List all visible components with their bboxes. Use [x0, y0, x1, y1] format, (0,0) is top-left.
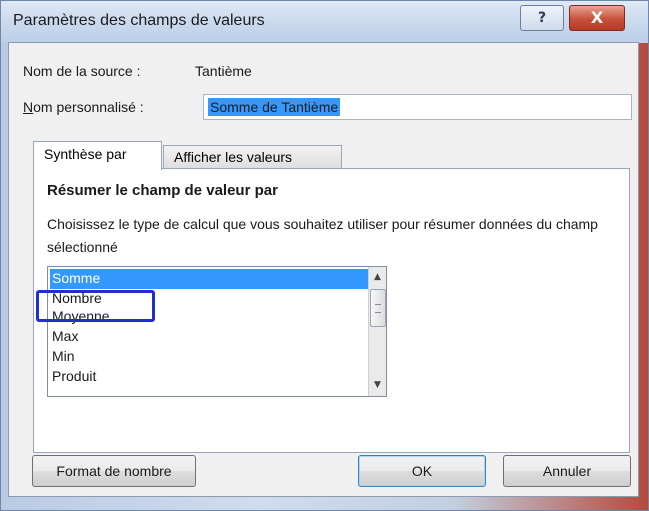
number-format-label: Format de nombre [56, 463, 172, 479]
scroll-up-icon[interactable]: ▲ [370, 269, 385, 286]
panel-heading: Résumer le champ de valeur par [47, 182, 278, 199]
custom-name-value: Somme de Tantième [208, 98, 341, 116]
custom-name-input[interactable]: Somme de Tantième [203, 94, 632, 120]
tab-summarize-by[interactable]: Synthèse par [33, 141, 162, 170]
close-button[interactable]: X [569, 5, 625, 31]
calculation-listbox[interactable]: Somme Nombre Moyenne Max Min Produit ▲ ▼ [47, 266, 387, 397]
list-item-nombre[interactable]: Nombre [50, 289, 369, 309]
list-item-moyenne[interactable]: Moyenne [50, 307, 369, 327]
panel-instructions: Choisissez le type de calcul que vous so… [47, 216, 598, 255]
dialog-title: Paramètres des champs de valeurs [13, 12, 265, 29]
scroll-down-icon[interactable]: ▼ [370, 377, 385, 394]
list-scrollbar[interactable]: ▲ ▼ [368, 267, 386, 396]
list-item-max[interactable]: Max [50, 327, 369, 347]
scroll-thumb[interactable] [370, 289, 386, 327]
list-item-somme[interactable]: Somme [50, 269, 369, 289]
title-bar[interactable]: Paramètres des champs de valeurs ? X [1, 1, 648, 43]
list-item-min[interactable]: Min [50, 347, 369, 367]
number-format-button[interactable]: Format de nombre [32, 455, 196, 487]
ok-button[interactable]: OK [358, 455, 486, 487]
dialog-content: Nom de la source : Tantième Nom personna… [8, 42, 639, 497]
grip-icon [375, 304, 381, 313]
tab-show-values[interactable]: Afficher les valeurs [163, 145, 342, 168]
summarize-panel: Résumer le champ de valeur par Choisisse… [33, 168, 630, 453]
list-item-produit[interactable]: Produit [50, 367, 369, 387]
source-name-value: Tantième [195, 63, 252, 79]
source-name-label: Nom de la source : [23, 63, 141, 79]
help-button[interactable]: ? [520, 5, 564, 31]
custom-name-label: Nom personnalisé : [23, 99, 144, 115]
cancel-button[interactable]: Annuler [503, 455, 631, 487]
